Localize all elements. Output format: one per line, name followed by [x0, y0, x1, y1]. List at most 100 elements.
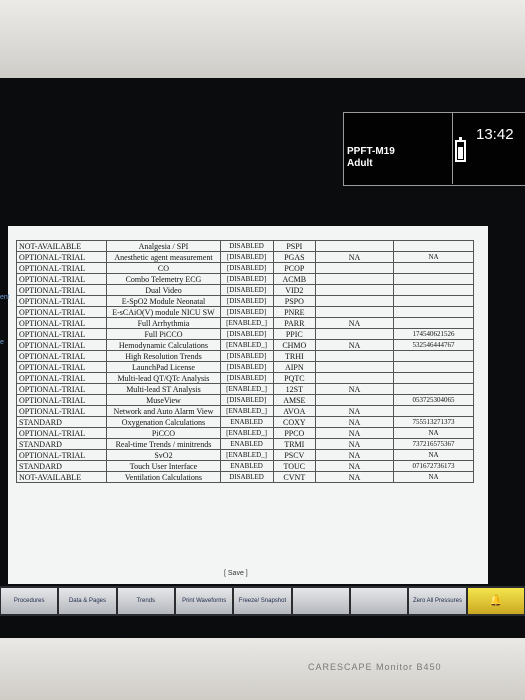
table-row: OPTIONAL-TRIAL MuseView [DISABLED] AMSE 0537… — [15, 394, 474, 406]
alarm-bell-icon[interactable]: 🔔 — [467, 588, 524, 614]
table-cell: OPTIONAL-TRIAL — [15, 273, 108, 285]
table-row: STANDARD Touch User Interface ENABLED TOUC N… — [15, 460, 474, 472]
table-cell: OPTIONAL-TRIAL — [15, 350, 108, 362]
table-cell: TRMI — [272, 438, 317, 450]
table-row: OPTIONAL-TRIAL PiCCO [ENABLED_] PPCO NA NA — [15, 427, 474, 439]
table-row: OPTIONAL-TRIAL Full PiCCO [DISABLED] PPIC 17… — [15, 328, 474, 340]
save-button[interactable]: [ Save ] — [224, 570, 248, 577]
table-cell — [315, 240, 394, 252]
table-cell: NA — [315, 471, 394, 483]
header-divider — [452, 112, 453, 184]
table-cell: [ENABLED_] — [219, 317, 274, 329]
table-cell: SvO2 — [106, 449, 221, 461]
table-cell — [393, 273, 474, 285]
table-cell: PiCCO — [106, 427, 221, 439]
table-cell — [393, 306, 474, 318]
table-row: STANDARD Real-time Trends / minitrends ENA… — [15, 438, 474, 450]
table-cell: E-SpO2 Module Neonatal — [106, 295, 221, 307]
table-cell: NA — [315, 416, 394, 428]
table-cell: OPTIONAL-TRIAL — [15, 251, 108, 263]
table-cell: ENABLED — [219, 416, 274, 428]
table-cell: Combo Telemetry ECG — [106, 273, 221, 285]
table-cell: NA — [393, 427, 474, 439]
table-cell: PQTC — [272, 372, 317, 384]
table-cell: Full Arrhythmia — [106, 317, 221, 329]
table-cell: 174540621526 — [393, 328, 474, 340]
table-cell: [DISABLED] — [219, 262, 274, 274]
table-cell: OPTIONAL-TRIAL — [15, 306, 108, 318]
table-cell: COXY — [272, 416, 317, 428]
table-row: OPTIONAL-TRIAL SvO2 [ENABLED_] PSCV NA NA — [15, 449, 474, 461]
table-cell: PGAS — [272, 251, 317, 263]
table-cell: NA — [315, 449, 394, 461]
table-row: NOT-AVAILABLE Ventilation Calculations DIS… — [15, 471, 474, 483]
table-cell: ENABLED — [219, 460, 274, 472]
table-row: OPTIONAL-TRIAL Anesthetic agent measureme… — [15, 251, 474, 263]
software-options-table: NOT-AVAILABLE Analgesia / SPI DISABLED PSPI… — [15, 240, 474, 483]
table-cell: OPTIONAL-TRIAL — [15, 427, 108, 439]
empty-button[interactable] — [292, 588, 349, 614]
table-cell: STANDARD — [15, 416, 108, 428]
table-cell: [DISABLED] — [219, 350, 274, 362]
table-cell: DISABLED — [219, 240, 274, 252]
table-cell: CHMO — [272, 339, 317, 351]
table-cell: OPTIONAL-TRIAL — [15, 394, 108, 406]
table-cell — [315, 361, 394, 373]
table-cell — [315, 350, 394, 362]
table-row: OPTIONAL-TRIAL CO [DISABLED] PCOP — [15, 262, 474, 274]
table-cell: [DISABLED] — [219, 295, 274, 307]
empty-button[interactable] — [350, 588, 408, 614]
table-cell: VID2 — [272, 284, 317, 296]
table-cell: 071672736173 — [393, 460, 474, 472]
table-cell: NA — [315, 317, 394, 329]
table-row: OPTIONAL-TRIAL Full Arrhythmia [ENABLED_] P… — [15, 317, 474, 329]
table-cell — [393, 284, 474, 296]
freeze-snapshot-button[interactable]: Freeze/ Snapshot — [234, 588, 291, 614]
table-cell — [393, 361, 474, 373]
table-cell: E-sCAiO(V) module NICU SW — [106, 306, 221, 318]
table-row: OPTIONAL-TRIAL High Resolution Trends [DIS… — [15, 350, 474, 362]
table-cell — [393, 295, 474, 307]
side-text-fragment: ent — [0, 294, 10, 301]
table-cell: STANDARD — [15, 460, 108, 472]
table-cell: NOT-AVAILABLE — [15, 471, 108, 483]
data-pages-button[interactable]: Data & Pages — [59, 588, 116, 614]
table-cell: Analgesia / SPI — [106, 240, 221, 252]
table-cell — [393, 372, 474, 384]
table-cell: Dual Video — [106, 284, 221, 296]
device-id-label: PPFT-M19 — [347, 146, 395, 157]
table-cell: Ventilation Calculations — [106, 471, 221, 483]
table-cell: NA — [315, 438, 394, 450]
monitor-top-bezel — [0, 0, 525, 78]
table-cell: Full PiCCO — [106, 328, 221, 340]
print-waveforms-button[interactable]: Print Waveforms — [175, 588, 233, 614]
procedures-button[interactable]: Procedures — [1, 588, 58, 614]
table-cell: OPTIONAL-TRIAL — [15, 405, 108, 417]
trends-button[interactable]: Trends — [117, 588, 174, 614]
table-cell: [ENABLED_] — [219, 405, 274, 417]
table-cell: NA — [315, 427, 394, 439]
table-cell: DISABLED — [219, 471, 274, 483]
table-row: OPTIONAL-TRIAL Hemodynamic Calculations [E… — [15, 339, 474, 351]
table-cell: NA — [315, 339, 394, 351]
table-cell: NA — [393, 471, 474, 483]
table-cell: PARR — [272, 317, 317, 329]
table-cell: PSCV — [272, 449, 317, 461]
table-cell: [ENABLED_] — [219, 427, 274, 439]
table-cell: OPTIONAL-TRIAL — [15, 449, 108, 461]
table-cell: PSPO — [272, 295, 317, 307]
table-cell: ENABLED — [219, 438, 274, 450]
table-row: OPTIONAL-TRIAL Combo Telemetry ECG [DISABL… — [15, 273, 474, 285]
zero-all-pressures-button[interactable]: Zero All Pressures — [409, 588, 466, 614]
table-cell: Multi-lead QT/QTc Analysis — [106, 372, 221, 384]
table-cell: OPTIONAL-TRIAL — [15, 339, 108, 351]
table-cell: NA — [315, 460, 394, 472]
table-cell — [315, 284, 394, 296]
table-cell — [315, 262, 394, 274]
table-cell: OPTIONAL-TRIAL — [15, 328, 108, 340]
monitor-bottom-bezel — [0, 638, 525, 700]
table-cell: OPTIONAL-TRIAL — [15, 361, 108, 373]
table-cell: TOUC — [272, 460, 317, 472]
brand-label: CARESCAPE Monitor B450 — [308, 662, 442, 672]
table-cell: PSPI — [272, 240, 317, 252]
